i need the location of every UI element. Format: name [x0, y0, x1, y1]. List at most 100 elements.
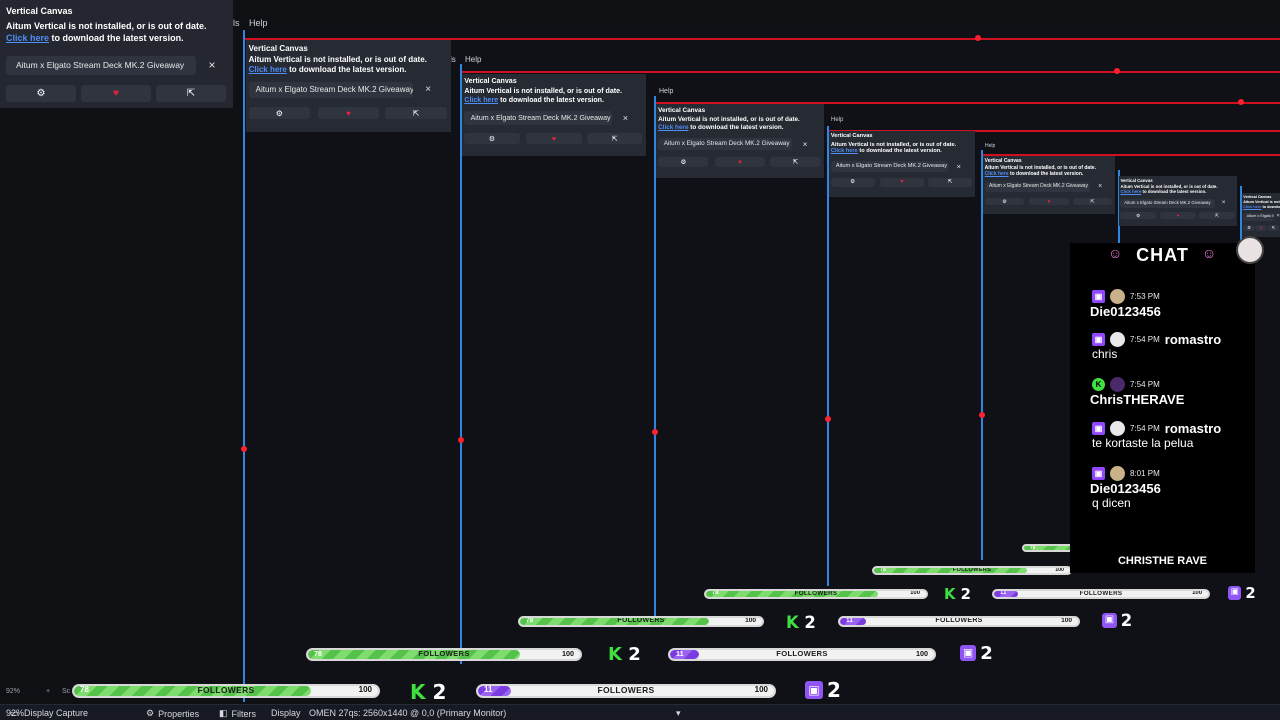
message-time: 7:54 PM [1130, 423, 1160, 433]
heart-button[interactable]: ♥ [81, 85, 151, 102]
followers-label: FOLLOWERS [197, 685, 255, 695]
heart-icon: ♥ [346, 108, 351, 118]
heart-button: ♥ [526, 133, 582, 145]
share-icon: ⇱ [1215, 212, 1219, 218]
gear-icon: ⚙ [36, 88, 46, 99]
filter-icon: ◧ [219, 708, 228, 718]
dock-title: Vertical Canvas [658, 106, 706, 114]
share-icon: ⇱ [1090, 198, 1095, 205]
heart-icon: ♥ [551, 134, 557, 143]
followers-label: FOLLOWERS [935, 617, 983, 624]
followers-label: FOLLOWERS [418, 649, 470, 658]
filters-button[interactable]: ◧ Filters [219, 708, 256, 719]
dock-download-line: Click here to download the latest versio… [831, 148, 942, 154]
menu-item-partial[interactable]: ls [233, 18, 240, 28]
preview-icon: ▭ [10, 708, 19, 718]
menu-help-mirror: Help [465, 55, 482, 64]
heart-icon: ♥ [738, 158, 742, 166]
share-button[interactable]: ⇱ [156, 85, 226, 102]
display-select[interactable]: OMEN 27qs: 2560x1440 @ 0,0 (Primary Moni… [309, 708, 506, 718]
chat-footer: CHRISTHE RAVE [1117, 555, 1208, 567]
share-button: ⇱ [770, 157, 821, 167]
share-icon: ⇱ [186, 88, 196, 99]
chevron-down-icon[interactable]: ▾ [676, 708, 681, 719]
download-link-rest: to download the latest version. [1142, 189, 1207, 195]
download-link-rest: to download the latest version. [690, 123, 784, 131]
red-guide-dot [241, 446, 247, 452]
gear-icon: ⚙ [275, 108, 283, 118]
twitch-icon: ▣ [960, 645, 977, 662]
kick-count: 2 [432, 680, 447, 704]
download-link[interactable]: Click here [6, 33, 49, 43]
red-guide-dot [1238, 99, 1244, 105]
followers-label: FOLLOWERS [952, 567, 992, 573]
gear-icon: ⚙ [1136, 212, 1141, 218]
red-guide-dot [652, 429, 658, 435]
twitch-icon: ▣ [1102, 613, 1117, 628]
download-link-rest: to download the latest version. [859, 148, 942, 155]
twitch-count: 2 [1245, 584, 1256, 602]
gear-icon: ⚙ [1002, 198, 1007, 205]
heart-button: ♥ [1029, 197, 1069, 206]
dock-download-line: Click here to download the latest versio… [6, 33, 184, 43]
twitch-count: 2 [827, 678, 841, 702]
close-icon: × [1276, 213, 1280, 220]
close-icon: × [622, 113, 629, 124]
message-user: romastro [1164, 420, 1222, 436]
vertical-canvas-dock-mirror: Vertical Canvas Aitum Vertical is not in… [1119, 176, 1237, 226]
settings-button: ⚙ [1120, 212, 1156, 220]
giveaway-banner[interactable]: Aitum x Elgato Stream Deck MK.2 Giveaway [6, 56, 196, 75]
menu-help-mirror: Help [659, 88, 674, 95]
followers-goal-bar: 78 FOLLOWERS 100 [872, 566, 1072, 576]
followers-goal-bar: 78 FOLLOWERS 100 [704, 589, 928, 600]
twitch-followers-badge: ▣ 2 [960, 643, 993, 664]
settings-button[interactable]: ⚙ [6, 85, 76, 102]
followers-goal-bar: 11 FOLLOWERS 100 [668, 648, 936, 661]
twitch-icon: ▣ [805, 681, 823, 699]
zoom-plus[interactable]: + [46, 688, 50, 695]
settings-button: ⚙ [984, 197, 1025, 206]
properties-button[interactable]: ⚙ Properties [146, 708, 199, 719]
smile-icon: ☺ [1202, 245, 1217, 261]
follower-goal: 100 [745, 617, 756, 624]
gear-icon: ⚙ [680, 158, 687, 166]
followers-goal-bar: 11 FOLLOWERS 100 [476, 684, 776, 698]
share-button: ⇱ [1267, 224, 1280, 231]
follower-goal: 100 [1192, 590, 1202, 596]
avatar [1110, 288, 1125, 304]
vertical-canvas-dock-mirror: Vertical Canvas Aitum Vertical is not in… [656, 104, 824, 178]
heart-icon: ♥ [1176, 213, 1180, 219]
dock-download-line: Click here to download the latest versio… [985, 171, 1084, 177]
kick-icon: K [1092, 377, 1105, 391]
message-user: Die0123456 [1090, 481, 1161, 496]
vertical-canvas-dock-mirror: Vertical Canvas Aitum Vertical is not in… [246, 40, 451, 132]
avatar [1110, 465, 1125, 481]
zoom-readout: 92% [6, 688, 21, 695]
message-time: 7:54 PM [1130, 334, 1160, 344]
message-meta: ▣ 8:01 PM [1092, 465, 1161, 481]
red-guide-dot [458, 437, 464, 443]
dock-download-line: Click here to download the latest versio… [1243, 205, 1280, 209]
close-icon: × [425, 84, 432, 96]
download-link: Click here [830, 148, 858, 155]
message-time: 8:01 PM [1130, 468, 1160, 478]
kick-count: 2 [960, 586, 971, 604]
share-button: ⇱ [1199, 212, 1235, 220]
kick-icon: K [410, 680, 426, 704]
share-button: ⇱ [587, 133, 643, 145]
kick-followers-badge: K 2 [944, 586, 971, 603]
dock-warning: Aitum Vertical is not installed, or is o… [464, 87, 623, 96]
dock-title: Vertical Canvas [6, 6, 73, 16]
dock-warning: Aitum Vertical is not installed, or is o… [248, 54, 427, 64]
share-button: ⇱ [1072, 197, 1113, 206]
close-icon[interactable]: × [200, 56, 224, 75]
dock-title: Vertical Canvas [464, 77, 517, 86]
chat-message: ▣ 7:54 PM romastro te kortaste la pelua [1092, 420, 1221, 450]
menu-help[interactable]: Help [249, 18, 268, 28]
status-bar: 92% ▭ Display Capture ⚙ Properties ◧ Filte… [0, 704, 1280, 720]
vertical-canvas-dock-mirror: Vertical Canvas Aitum Vertical is not in… [829, 131, 975, 197]
download-link-rest: to download the latest version. [500, 95, 604, 104]
download-link-rest: to download the latest version. [1009, 171, 1084, 178]
avatar [1110, 420, 1125, 436]
share-button: ⇱ [385, 106, 447, 120]
